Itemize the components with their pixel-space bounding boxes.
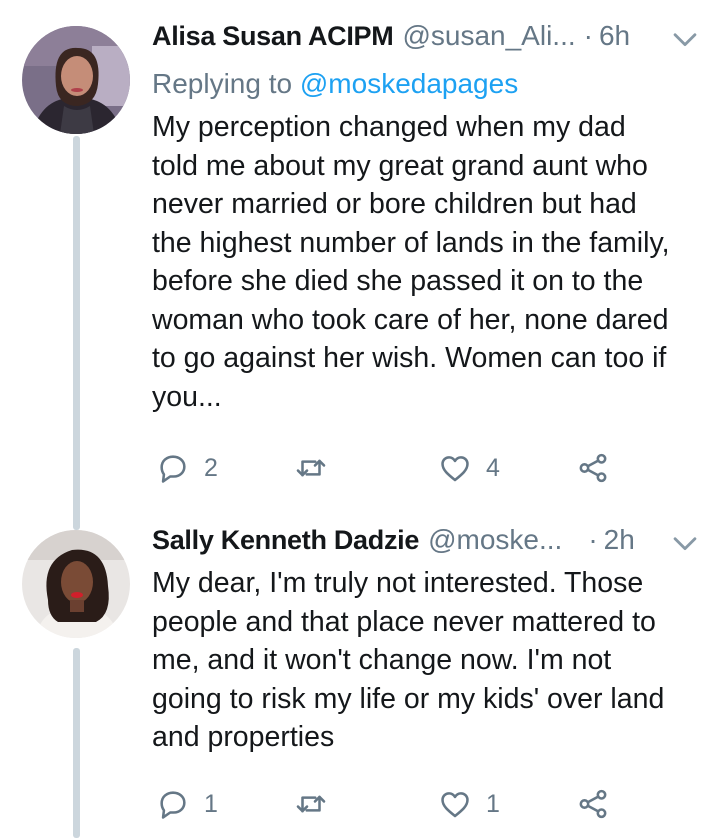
reply-icon bbox=[160, 455, 186, 483]
retweet-icon bbox=[296, 795, 326, 813]
separator-dot: · bbox=[588, 524, 598, 555]
avatar-image bbox=[22, 26, 130, 134]
share-icon bbox=[579, 789, 607, 819]
retweet-button[interactable] bbox=[294, 448, 328, 488]
tweet-text: My dear, I'm truly not interested. Those… bbox=[152, 567, 665, 753]
avatar-image bbox=[22, 530, 130, 638]
tweet-body: Sally Kenneth Dadzie @moske... · 2h My d… bbox=[152, 524, 700, 757]
author-name[interactable]: Alisa Susan ACIPM bbox=[152, 21, 394, 52]
reply-button[interactable]: 1 bbox=[156, 784, 218, 824]
retweet-icon bbox=[296, 459, 326, 477]
chevron-down-icon[interactable] bbox=[668, 526, 702, 560]
like-count: 1 bbox=[486, 789, 500, 818]
reply-button[interactable]: 2 bbox=[156, 448, 218, 488]
avatar[interactable] bbox=[22, 530, 130, 638]
tweet-body: Alisa Susan ACIPM @susan_Ali... · 6h Rep… bbox=[152, 20, 700, 416]
like-button[interactable]: 4 bbox=[438, 448, 500, 488]
share-icon bbox=[579, 453, 607, 483]
tweet-header: Sally Kenneth Dadzie @moske... · 2h bbox=[152, 524, 700, 564]
tweet-text: My perception changed when my dad told m… bbox=[152, 111, 670, 413]
like-count: 4 bbox=[486, 453, 500, 482]
reply-count: 2 bbox=[204, 453, 218, 482]
tweet[interactable]: Alisa Susan ACIPM @susan_Ali... · 6h Rep… bbox=[0, 0, 720, 520]
timestamp[interactable]: 6h bbox=[599, 20, 630, 52]
action-bar: 2 4 bbox=[152, 448, 632, 488]
replying-to: Replying to @moskedapages bbox=[152, 64, 700, 104]
author-handle[interactable]: @moske... bbox=[428, 524, 562, 556]
retweet-button[interactable] bbox=[294, 784, 328, 824]
chevron-down-icon[interactable] bbox=[668, 22, 702, 56]
like-icon bbox=[441, 792, 469, 818]
reply-count: 1 bbox=[204, 789, 218, 818]
share-button[interactable] bbox=[576, 448, 610, 488]
author-name[interactable]: Sally Kenneth Dadzie bbox=[152, 525, 419, 556]
replying-to-link[interactable]: @moskedapages bbox=[300, 68, 518, 99]
like-icon bbox=[441, 456, 469, 482]
like-button[interactable]: 1 bbox=[438, 784, 500, 824]
replying-label: Replying to bbox=[152, 68, 293, 99]
tweet-header: Alisa Susan ACIPM @susan_Ali... · 6h bbox=[152, 20, 700, 60]
author-handle[interactable]: @susan_Ali... bbox=[402, 20, 575, 52]
separator-dot: · bbox=[583, 20, 593, 51]
timestamp[interactable]: 2h bbox=[604, 524, 635, 556]
share-button[interactable] bbox=[576, 784, 610, 824]
tweet[interactable]: Sally Kenneth Dadzie @moske... · 2h My d… bbox=[0, 520, 720, 838]
action-bar: 1 1 bbox=[152, 784, 632, 824]
avatar[interactable] bbox=[22, 26, 130, 134]
reply-icon bbox=[160, 791, 186, 819]
